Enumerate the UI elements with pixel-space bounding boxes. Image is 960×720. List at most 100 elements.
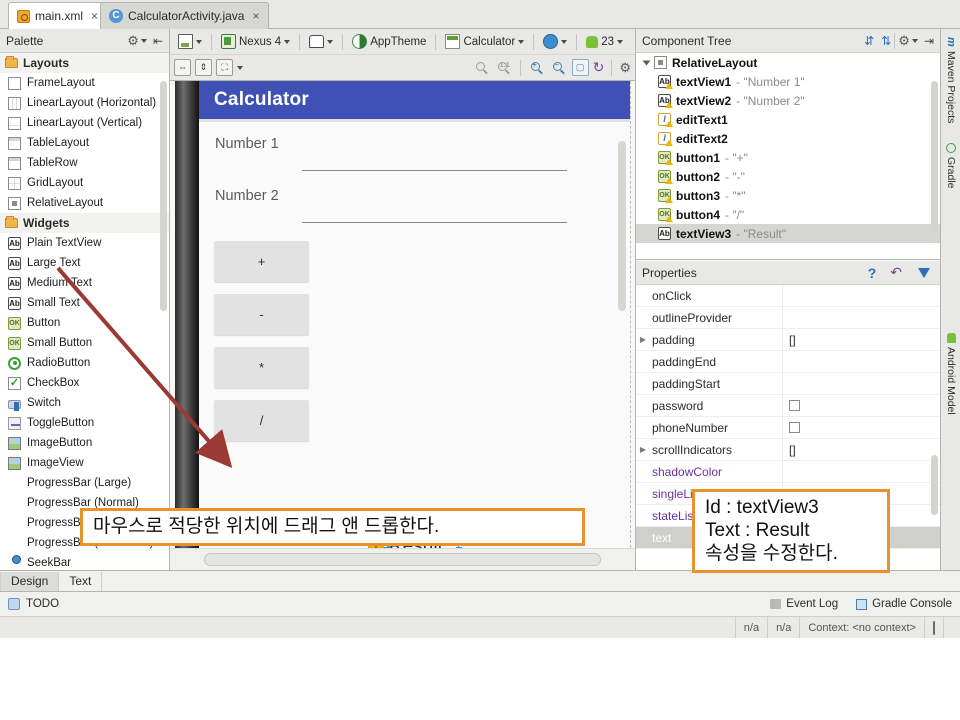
palette-group-layouts[interactable]: Layouts	[0, 53, 169, 73]
preview-edittext1[interactable]	[302, 170, 567, 171]
palette-item-medium-text[interactable]: Ab Medium Text	[0, 273, 169, 293]
palette-item-gridlayout[interactable]: GridLayout	[0, 173, 169, 193]
palette-item-checkbox[interactable]: ✓ CheckBox	[0, 373, 169, 393]
gear-icon[interactable]: ⚙	[898, 33, 910, 49]
gear-icon[interactable]: ⚙	[127, 33, 139, 49]
close-icon[interactable]: ×	[252, 9, 259, 23]
property-value[interactable]	[782, 395, 940, 417]
preview-edittext2[interactable]	[302, 222, 567, 223]
property-value[interactable]: []	[782, 439, 940, 461]
activity-selector-button[interactable]: Calculator	[441, 32, 528, 52]
property-row-padding[interactable]: ▶ padding []	[636, 329, 940, 351]
palette-item-large-text[interactable]: Ab Large Text	[0, 253, 169, 273]
distribute-horizontal-icon[interactable]: ⇔	[174, 59, 191, 76]
tab-text[interactable]: Text	[59, 572, 102, 591]
zoom-actual-icon[interactable]: 1:1	[495, 59, 513, 77]
palette-group-widgets[interactable]: Widgets	[0, 213, 169, 233]
palette-item-linearlayout-horizontal[interactable]: LinearLayout (Horizontal)	[0, 93, 169, 113]
tree-node-button2[interactable]: OK button2 - "-"	[636, 167, 940, 186]
component-tree[interactable]: RelativeLayout Ab textView1 - "Number 1"…	[636, 53, 940, 260]
preview-textview2[interactable]: Number 2	[215, 188, 279, 204]
tree-node-edittext2[interactable]: I editText2	[636, 129, 940, 148]
tree-node-textview2[interactable]: Ab textView2 - "Number 2"	[636, 91, 940, 110]
palette-item-switch[interactable]: Switch	[0, 393, 169, 413]
chevron-down-icon[interactable]	[912, 39, 918, 43]
palette-scrollbar[interactable]	[160, 81, 167, 311]
locale-selector-button[interactable]	[539, 32, 571, 52]
preview-textview1[interactable]: Number 1	[215, 136, 279, 152]
lock-icon[interactable]	[924, 617, 943, 639]
tree-node-relativelayout[interactable]: RelativeLayout	[636, 53, 940, 72]
tab-design[interactable]: Design	[0, 572, 59, 591]
palette-item-seekbar[interactable]: SeekBar	[0, 553, 169, 570]
component-tree-scrollbar[interactable]	[931, 81, 938, 231]
editor-tab-calculator-activity-java[interactable]: C CalculatorActivity.java ×	[100, 2, 269, 29]
tree-node-button4[interactable]: OK button4 - "/"	[636, 205, 940, 224]
orientation-button[interactable]	[305, 32, 337, 52]
api-level-button[interactable]: 23	[582, 32, 627, 52]
property-row-password[interactable]: password	[636, 395, 940, 417]
collapse-panel-icon[interactable]: ⇥	[924, 34, 934, 48]
theme-selector-button[interactable]: AppTheme	[348, 32, 430, 52]
property-value[interactable]	[782, 307, 940, 329]
close-icon[interactable]: ×	[91, 9, 98, 23]
distribute-vertical-icon[interactable]: ⇕	[195, 59, 212, 76]
rail-tab-gradle[interactable]: Gradle	[941, 139, 960, 193]
property-value[interactable]	[782, 373, 940, 395]
expand-all-icon[interactable]: ⇵	[864, 34, 874, 48]
chevron-down-icon[interactable]	[141, 39, 147, 43]
palette-item-radiobutton[interactable]: RadioButton	[0, 353, 169, 373]
canvas-horizontal-scrollbar[interactable]	[204, 553, 601, 566]
rail-tab-android-model[interactable]: Android Model	[941, 329, 960, 419]
chevron-down-icon[interactable]	[237, 66, 243, 70]
zoom-out-icon[interactable]: −	[550, 59, 568, 77]
status-event-log[interactable]: Event Log	[770, 598, 838, 610]
property-row-onclick[interactable]: onClick	[636, 285, 940, 307]
device-selector-button[interactable]: Nexus 4	[217, 32, 294, 52]
refresh-icon[interactable]: ↻	[593, 59, 605, 76]
palette-item-imageview[interactable]: ImageView	[0, 453, 169, 473]
palette-item-framelayout[interactable]: FrameLayout	[0, 73, 169, 93]
properties-scrollbar[interactable]	[931, 455, 938, 515]
zoom-in-icon[interactable]: +	[528, 59, 546, 77]
property-value[interactable]	[782, 351, 940, 373]
rail-tab-maven-projects[interactable]: m Maven Projects	[941, 33, 960, 127]
property-row-paddingstart[interactable]: paddingStart	[636, 373, 940, 395]
property-row-outlineprovider[interactable]: outlineProvider	[636, 307, 940, 329]
tree-node-textview3[interactable]: Ab textView3 - "Result"	[636, 224, 940, 243]
preview-button3[interactable]: *	[214, 347, 309, 388]
expander-icon[interactable]: ▶	[636, 445, 650, 454]
restore-default-icon[interactable]: ↶	[890, 264, 902, 281]
collapse-panel-icon[interactable]: ⇤	[153, 34, 163, 48]
editor-tab-main-xml[interactable]: main.xml ×	[8, 2, 107, 29]
status-todo-label[interactable]: TODO	[26, 598, 59, 610]
palette-list[interactable]: Layouts FrameLayout LinearLayout (Horizo…	[0, 53, 169, 570]
property-row-scrollindicators[interactable]: ▶ scrollIndicators []	[636, 439, 940, 461]
expand-layout-icon[interactable]: ⛶	[216, 59, 233, 76]
palette-item-tablerow[interactable]: TableRow	[0, 153, 169, 173]
status-gradle-console[interactable]: Gradle Console	[856, 598, 952, 610]
gear-icon[interactable]: ⚙	[619, 60, 631, 76]
tree-node-button3[interactable]: OK button3 - "*"	[636, 186, 940, 205]
preview-button2[interactable]: -	[214, 294, 309, 335]
property-value[interactable]	[782, 417, 940, 439]
property-row-phonenumber[interactable]: phoneNumber	[636, 417, 940, 439]
palette-item-togglebutton[interactable]: ToggleButton	[0, 413, 169, 433]
preview-vertical-scrollbar[interactable]	[618, 141, 626, 311]
palette-item-relativelayout[interactable]: RelativeLayout	[0, 193, 169, 213]
palette-item-imagebutton[interactable]: ImageButton	[0, 433, 169, 453]
property-value[interactable]	[782, 461, 940, 483]
checkbox-icon[interactable]	[789, 400, 800, 411]
filter-icon[interactable]	[918, 268, 930, 278]
property-row-paddingend[interactable]: paddingEnd	[636, 351, 940, 373]
property-value[interactable]	[782, 285, 940, 307]
tree-node-textview1[interactable]: Ab textView1 - "Number 1"	[636, 72, 940, 91]
zoom-fit-icon[interactable]	[473, 59, 491, 77]
layout-variant-button[interactable]	[174, 32, 206, 52]
palette-item-button[interactable]: OK Button	[0, 313, 169, 333]
property-row-shadowcolor[interactable]: shadowColor	[636, 461, 940, 483]
help-icon[interactable]: ?	[868, 265, 877, 281]
preview-button4[interactable]: /	[214, 400, 309, 441]
palette-item-small-button[interactable]: OK Small Button	[0, 333, 169, 353]
expander-icon[interactable]: ▶	[636, 335, 650, 344]
